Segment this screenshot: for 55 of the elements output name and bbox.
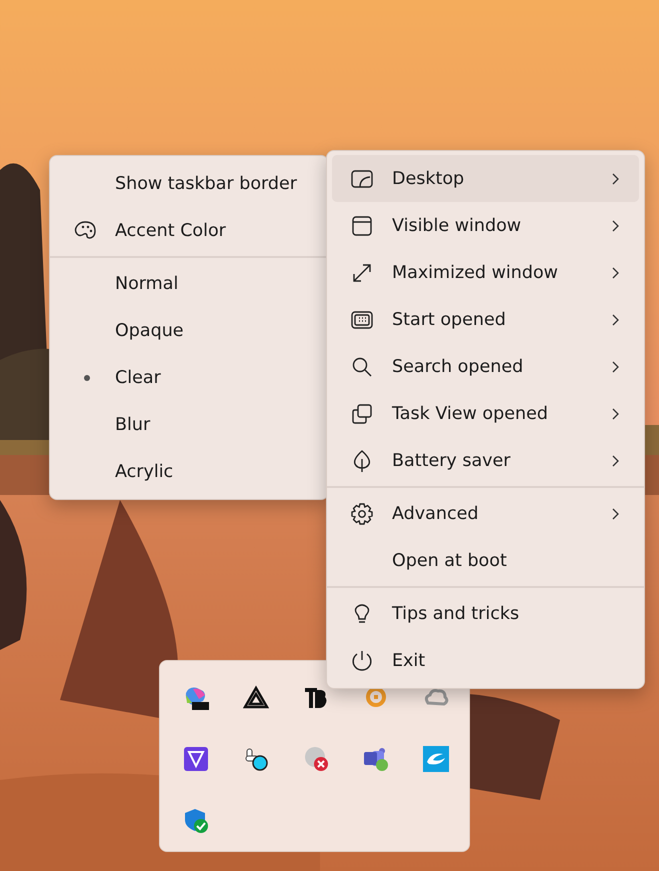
menu-item-label: Start opened — [392, 310, 507, 330]
menu-item[interactable]: Battery saver — [332, 437, 639, 484]
menu-item-label: Battery saver — [392, 450, 512, 470]
swoosh-tile-icon[interactable] — [423, 746, 449, 772]
stacked-windows-icon — [350, 402, 374, 426]
chevron-right-icon — [611, 172, 619, 184]
menu-item[interactable]: Desktop — [332, 155, 639, 202]
menu-item[interactable]: Show taskbar border — [55, 160, 323, 207]
menu-item-label: Maximized window — [392, 262, 559, 282]
menu-item[interactable]: Exit — [332, 637, 639, 684]
menu-item[interactable]: Normal — [55, 260, 323, 307]
menu-item[interactable]: Task View opened — [332, 390, 639, 437]
menu-item-label: Blur — [115, 414, 152, 434]
menu-item-label: Clear — [115, 368, 162, 388]
menu-item[interactable]: Advanced — [332, 490, 639, 537]
menu-item-label: Advanced — [392, 504, 480, 524]
triangle-logo-icon[interactable] — [243, 684, 269, 710]
menu-item[interactable]: Tips and tricks — [332, 590, 639, 637]
menu-item-label: Show taskbar border — [115, 174, 298, 194]
shield-check-icon[interactable] — [183, 806, 209, 832]
menu-item-label: Tips and tricks — [392, 604, 520, 624]
menu-item-label: Desktop — [392, 168, 466, 188]
menu-item[interactable]: Start opened — [332, 296, 639, 343]
menu-item-label: Open at boot — [392, 550, 508, 570]
chevron-right-icon — [611, 360, 619, 372]
team-people-icon[interactable] — [363, 746, 389, 772]
menu-item[interactable]: Visible window — [332, 202, 639, 249]
menu-item-label: Visible window — [392, 216, 522, 236]
chevron-right-icon — [611, 220, 619, 232]
menu-item[interactable]: Clear — [55, 354, 323, 401]
menu-item[interactable]: Search opened — [332, 343, 639, 390]
chevron-right-icon — [611, 508, 619, 520]
menu-item[interactable]: Accent Color — [55, 207, 323, 254]
menu-item-label: Task View opened — [392, 404, 549, 424]
menu-item[interactable]: Opaque — [55, 307, 323, 354]
chevron-right-icon — [611, 314, 619, 326]
colorful-app-icon[interactable] — [183, 684, 209, 710]
power-icon — [350, 648, 374, 672]
menu-item-label: Accent Color — [115, 220, 227, 240]
menu-item[interactable]: Maximized window — [332, 249, 639, 296]
menu-item-label: Acrylic — [115, 462, 174, 482]
app-tile-icon[interactable] — [183, 746, 209, 772]
globe-error-icon[interactable] — [303, 746, 329, 772]
menu-item[interactable]: Acrylic — [55, 448, 323, 495]
chevron-right-icon — [611, 408, 619, 420]
settings-icon — [350, 502, 374, 526]
menu-item[interactable]: Open at boot — [332, 537, 639, 584]
menu-item-label: Exit — [392, 650, 426, 670]
menu-item-label: Normal — [115, 274, 180, 294]
screen-icon — [350, 214, 374, 238]
menu-item-label: Search opened — [392, 356, 524, 376]
chevron-right-icon — [611, 454, 619, 466]
chevron-right-icon — [611, 266, 619, 278]
menu-item-label: Opaque — [115, 320, 185, 340]
menu-item[interactable]: Blur — [55, 401, 323, 448]
